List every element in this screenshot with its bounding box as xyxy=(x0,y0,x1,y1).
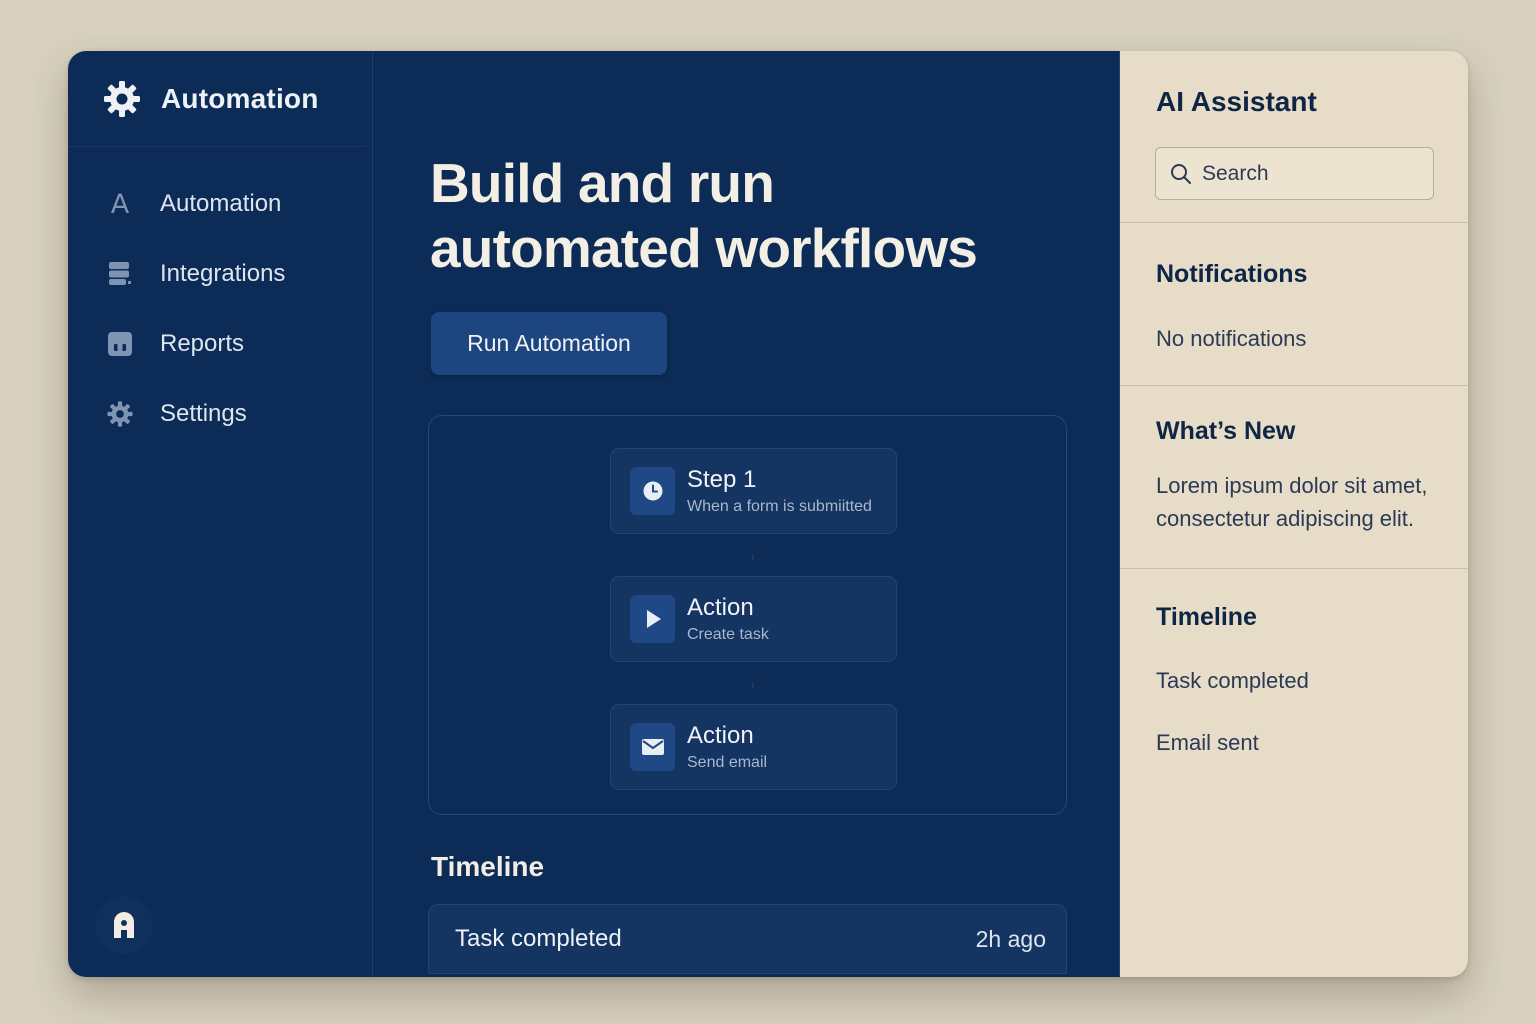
play-icon xyxy=(630,595,675,643)
step-subtitle: Send email xyxy=(687,753,768,771)
step-subtitle: When a form is submiitted xyxy=(687,497,872,515)
sidebar-item-reports[interactable]: Reports xyxy=(68,309,372,379)
app-window: Automation A Automation Integrations Rep… xyxy=(68,51,1468,977)
workflow-canvas: Step 1 When a form is submiitted Action … xyxy=(428,415,1067,815)
step-title: Action xyxy=(687,721,754,749)
gear-icon xyxy=(102,79,142,119)
gear-icon xyxy=(106,400,134,428)
whats-new-heading: What’s New xyxy=(1156,417,1296,445)
timeline-event: Task completed xyxy=(455,925,622,952)
letter-a-icon: A xyxy=(110,188,130,220)
timeline-item: Task completed xyxy=(1156,668,1309,693)
workflow-step-trigger[interactable]: Step 1 When a form is submiitted xyxy=(610,448,897,534)
search-placeholder: Search xyxy=(1202,161,1269,185)
clock-icon xyxy=(630,467,675,515)
sidebar-item-label: Integrations xyxy=(160,260,286,287)
timeline-heading: Timeline xyxy=(431,851,545,882)
mail-icon xyxy=(630,723,675,771)
brand: Automation xyxy=(68,51,366,147)
divider xyxy=(1120,568,1468,569)
notifications-heading: Notifications xyxy=(1156,260,1308,288)
server-icon xyxy=(106,260,134,288)
user-avatar[interactable] xyxy=(95,896,153,954)
ai-assistant-panel: AI Assistant Search Notifications No not… xyxy=(1120,51,1468,977)
step-title: Action xyxy=(687,593,754,621)
notifications-text: No notifications xyxy=(1156,326,1307,351)
reports-icon xyxy=(106,330,134,358)
sidebar-item-integrations[interactable]: Integrations xyxy=(68,239,372,309)
divider xyxy=(1120,385,1468,386)
main-content: Build and run automated workflows Run Au… xyxy=(373,51,1120,977)
user-avatar-icon xyxy=(114,912,134,938)
workflow-step-send-email[interactable]: Action Send email xyxy=(610,704,897,790)
flow-arrow-icon xyxy=(752,554,754,560)
flow-arrow-icon xyxy=(752,682,754,688)
timeline-time: 2h ago xyxy=(975,925,1046,952)
sidebar-nav: A Automation Integrations Reports Settin… xyxy=(68,147,372,449)
timeline-item: Email sent xyxy=(1156,730,1259,755)
run-automation-button[interactable]: Run Automation xyxy=(431,312,667,375)
search-input[interactable]: Search xyxy=(1155,147,1434,200)
sidebar-item-automation[interactable]: A Automation xyxy=(68,169,372,239)
step-title: Step 1 xyxy=(687,465,757,493)
sidebar: Automation A Automation Integrations Rep… xyxy=(68,51,373,977)
timeline-row[interactable]: Task completed 2h ago xyxy=(428,904,1067,974)
workflow-step-create-task[interactable]: Action Create task xyxy=(610,576,897,662)
sidebar-item-label: Reports xyxy=(160,330,245,357)
timeline-heading: Timeline xyxy=(1156,603,1257,631)
step-subtitle: Create task xyxy=(687,625,769,643)
page-title: Build and run automated workflows xyxy=(430,152,978,279)
sidebar-item-settings[interactable]: Settings xyxy=(68,379,372,449)
whats-new-text: Lorem ipsum dolor sit amet, consectetur … xyxy=(1156,473,1428,531)
sidebar-item-label: Settings xyxy=(160,400,247,427)
divider xyxy=(1120,222,1468,223)
search-icon xyxy=(1171,163,1191,184)
panel-title: AI Assistant xyxy=(1156,86,1317,117)
sidebar-item-label: Automation xyxy=(160,190,282,217)
brand-title: Automation xyxy=(161,82,319,114)
